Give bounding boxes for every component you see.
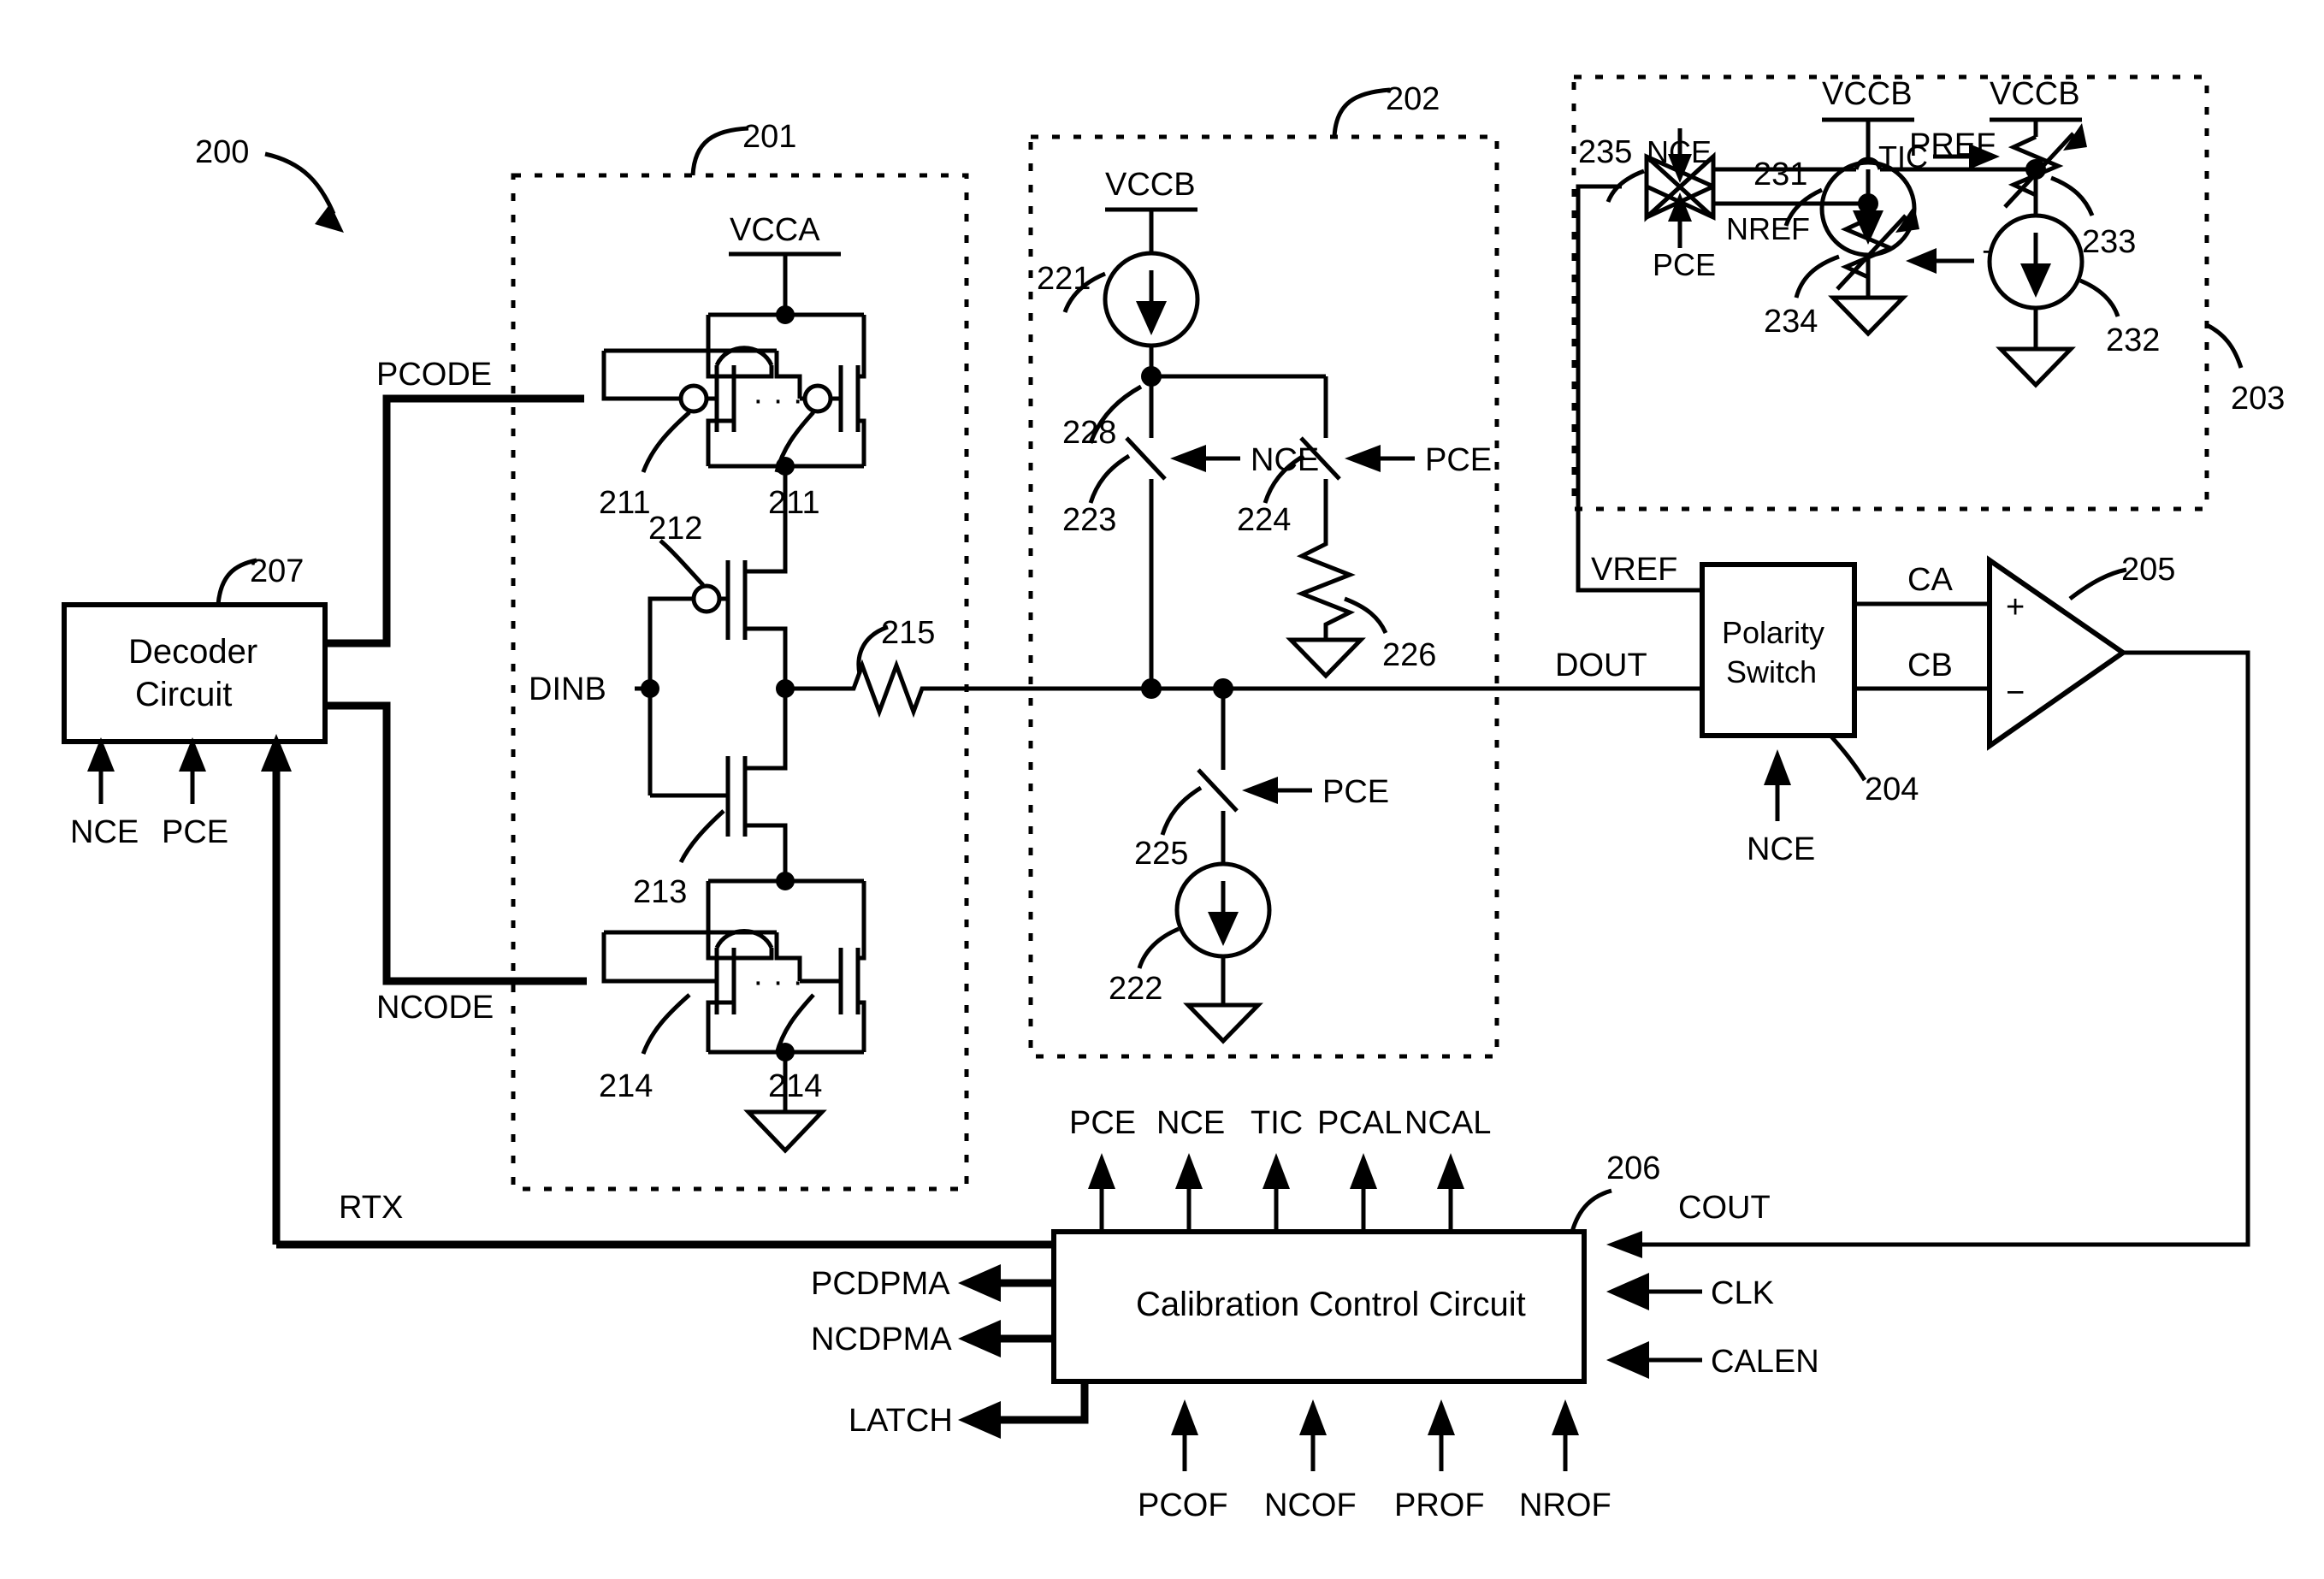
calibration-output-tic-label: TIC: [1251, 1105, 1303, 1141]
decoder-circuit-label-line1: Decoder: [128, 633, 257, 671]
net-ncode-label: NCODE: [376, 990, 494, 1026]
ref-214-left: 214: [599, 1068, 653, 1104]
ref-215: 215: [881, 615, 935, 651]
calibration-input-prof-label: PROF: [1394, 1487, 1485, 1523]
ref-233: 233: [2082, 224, 2136, 260]
ref-212: 212: [648, 511, 702, 547]
ref-206: 206: [1606, 1150, 1660, 1186]
ref-204: 204: [1865, 772, 1919, 807]
calibration-control-circuit-label: Calibration Control Circuit: [1136, 1286, 1526, 1323]
ref-205: 205: [2121, 552, 2175, 588]
calibration-output-ncal-label: NCAL: [1404, 1105, 1491, 1141]
ref-211-left: 211: [599, 485, 651, 521]
mux-235-nce-label: NCE: [1647, 134, 1712, 169]
ref-201: 201: [742, 119, 796, 155]
polarity-switch-label-line2: Switch: [1726, 654, 1817, 689]
comparator-minus-sign: −: [2006, 675, 2025, 711]
net-dout-label: DOUT: [1555, 648, 1647, 683]
ref-232: 232: [2106, 322, 2160, 358]
net-pcode-label: PCODE: [376, 357, 492, 393]
net-rtx-label: RTX: [339, 1190, 403, 1226]
calibration-input-pcof-label: PCOF: [1138, 1487, 1228, 1523]
ref-228: 228: [1062, 415, 1116, 451]
calibration-output-latch-label: LATCH: [849, 1403, 953, 1439]
decoder-circuit-label-line2: Circuit: [135, 676, 232, 713]
mux-235-pce-label: PCE: [1653, 247, 1716, 282]
variable-resistor-233-control-label: TIC: [1878, 139, 1928, 174]
switch-225-control-label: PCE: [1322, 774, 1389, 810]
calibration-input-ncof-label: NCOF: [1264, 1487, 1357, 1523]
ref-203: 203: [2231, 381, 2285, 417]
ref-231: 231: [1753, 157, 1807, 192]
decoder-input-pce-label: PCE: [162, 814, 228, 850]
pmos-array-ellipsis: · · ·: [753, 382, 803, 418]
ref-207: 207: [250, 553, 304, 589]
calibration-input-nrof-label: NROF: [1519, 1487, 1611, 1523]
ref-222: 222: [1109, 971, 1162, 1007]
net-ca-label: CA: [1907, 562, 1953, 598]
ref-213: 213: [633, 874, 687, 910]
decoder-input-nce-label: NCE: [70, 814, 139, 850]
polarity-switch-label-line1: Polarity: [1722, 615, 1824, 650]
ref-226: 226: [1382, 637, 1436, 673]
ref-221: 221: [1037, 261, 1091, 297]
net-dinb-label: DINB: [529, 671, 606, 707]
ref-214-right: 214: [768, 1068, 822, 1104]
calibration-output-pce-label: PCE: [1069, 1105, 1136, 1141]
patent-figure-canvas: 200 201 202 203 Decoder Circuit 207 NCE: [0, 0, 2324, 1579]
net-vref-label: VREF: [1591, 552, 1677, 588]
vcca-label: VCCA: [730, 212, 820, 248]
calibration-input-calen-label: CALEN: [1711, 1344, 1819, 1380]
ref-223: 223: [1062, 502, 1116, 538]
ref-235: 235: [1578, 134, 1632, 170]
calibration-output-ncdpma-label: NCDPMA: [811, 1322, 952, 1357]
ref-234: 234: [1764, 304, 1818, 340]
vccb-label-ref2: VCCB: [1990, 76, 2080, 112]
vccb-label-load: VCCB: [1105, 167, 1196, 203]
calibration-input-clk-label: CLK: [1711, 1275, 1774, 1311]
vccb-label-ref1: VCCB: [1822, 76, 1913, 112]
ref-224: 224: [1237, 502, 1291, 538]
ref-211-right: 211: [768, 485, 820, 521]
ref-200: 200: [195, 134, 249, 170]
calibration-output-pcal-label: PCAL: [1317, 1105, 1402, 1141]
figure-background: [0, 0, 2324, 1579]
net-cb-label: CB: [1907, 648, 1953, 683]
polarity-switch-nce-label: NCE: [1747, 831, 1815, 867]
ref-225: 225: [1134, 836, 1188, 872]
calibration-input-calen: CALEN: [1606, 1341, 1819, 1380]
switch-224-control-label: PCE: [1425, 442, 1492, 478]
net-nref-label: NREF: [1726, 211, 1810, 246]
comparator-plus-sign: +: [2006, 589, 2025, 625]
calibration-output-pcdpma-label: PCDPMA: [811, 1266, 950, 1302]
nmos-array-ellipsis: · · ·: [753, 964, 803, 1000]
calibration-output-nce-label: NCE: [1156, 1105, 1225, 1141]
ref-202: 202: [1386, 81, 1440, 117]
net-cout-label: COUT: [1678, 1190, 1771, 1226]
